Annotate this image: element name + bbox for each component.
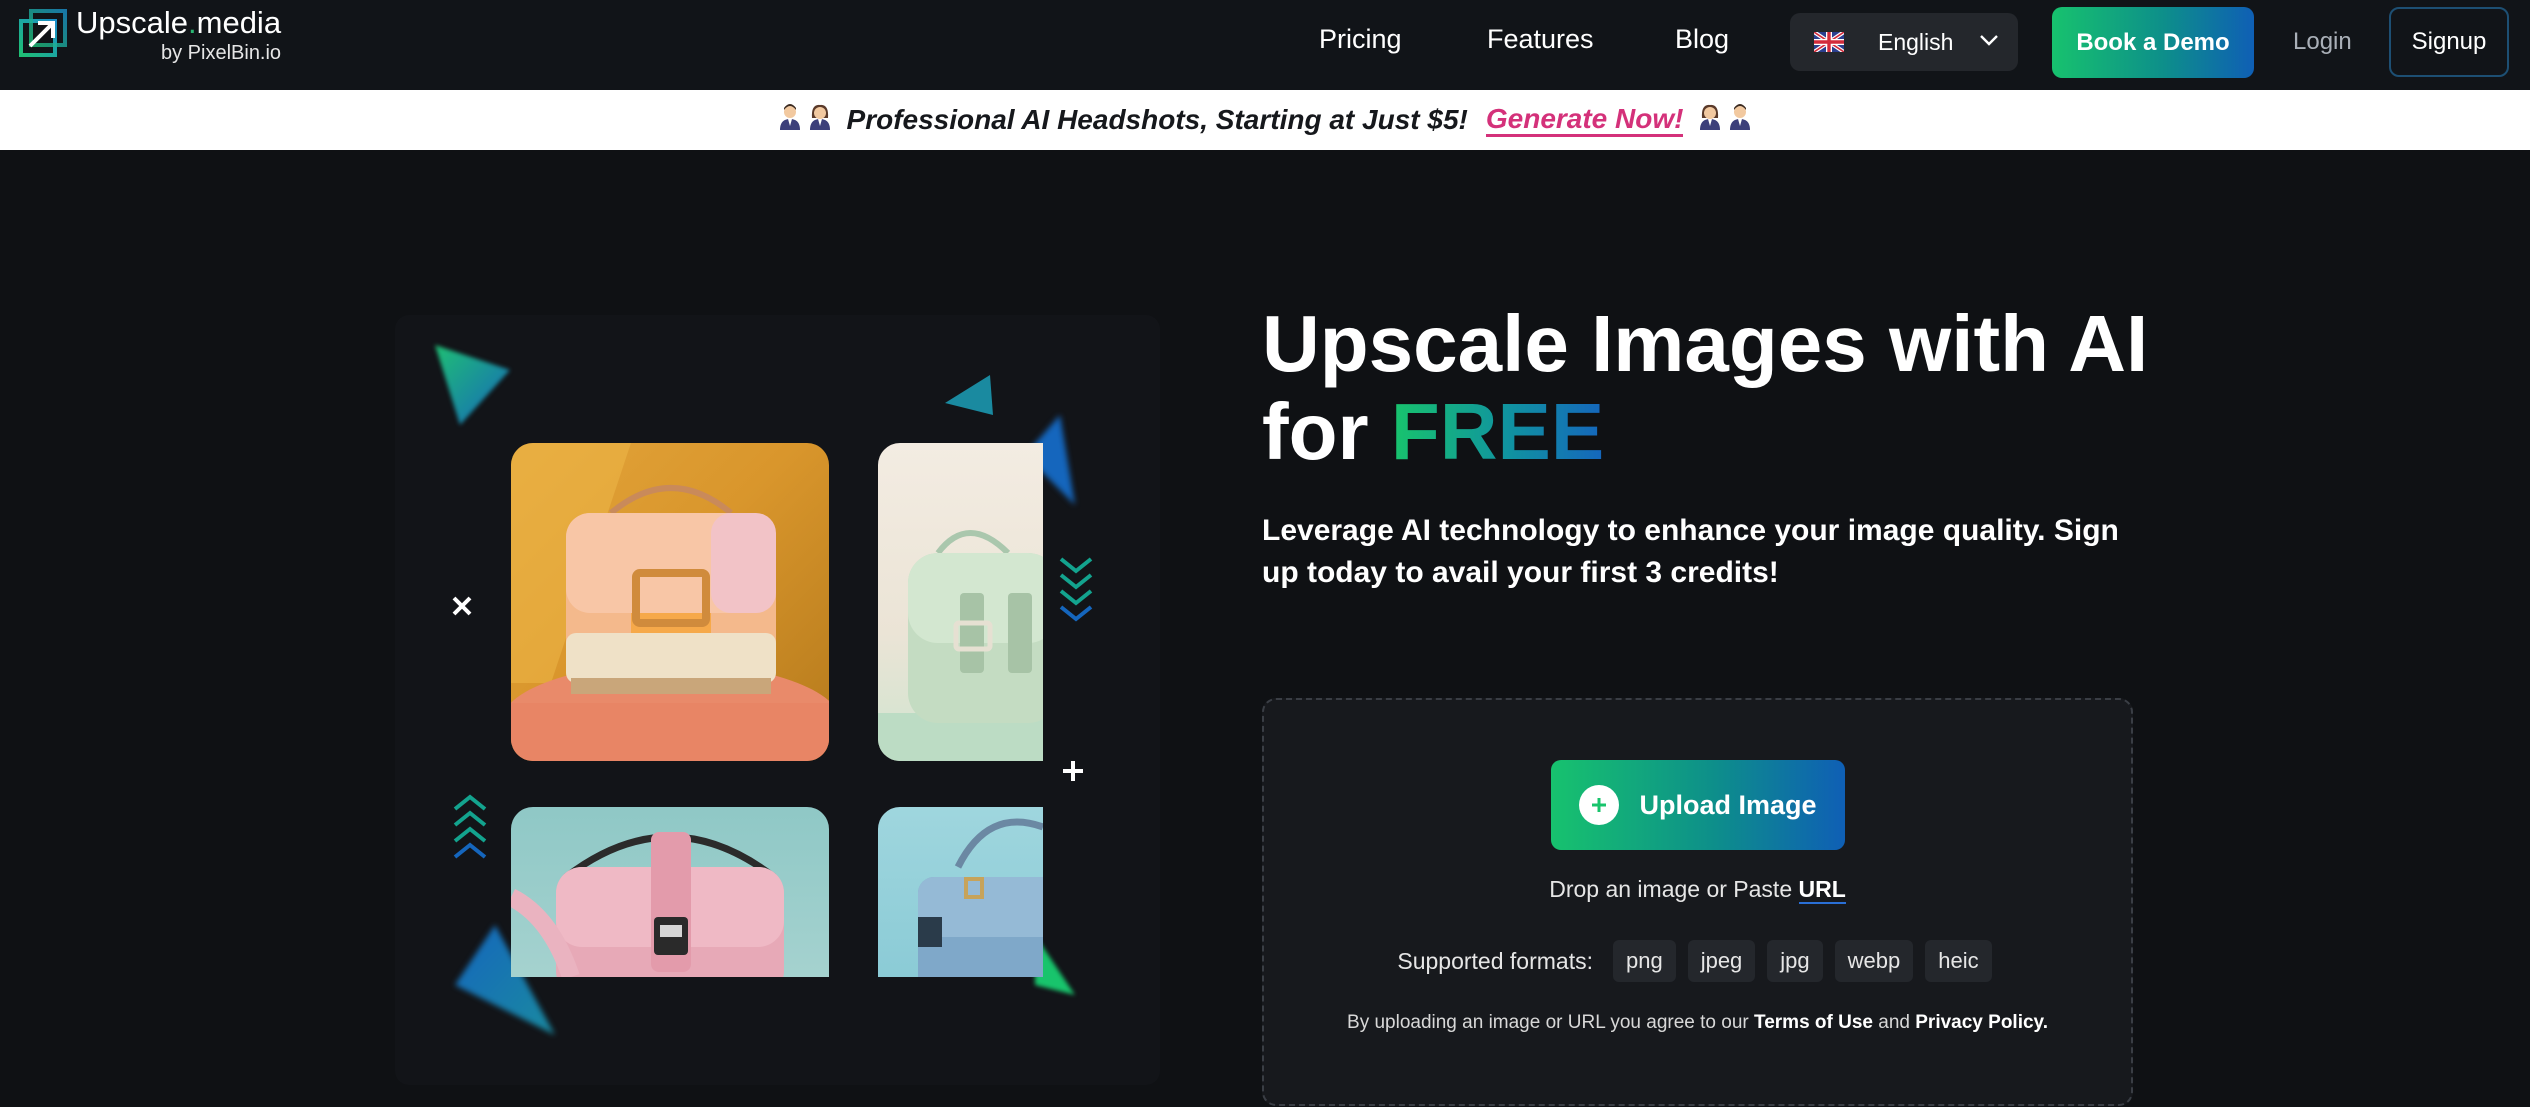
person-icon xyxy=(779,103,801,137)
privacy-policy-link[interactable]: Privacy Policy. xyxy=(1915,1012,2048,1033)
banner-text: Professional AI Headshots, Starting at J… xyxy=(846,104,1468,135)
format-chip: webp xyxy=(1834,940,1914,982)
person-icon xyxy=(809,104,831,137)
format-chip: jpeg xyxy=(1687,940,1756,982)
format-chip: heic xyxy=(1925,940,1992,982)
formats-label: Supported formats: xyxy=(1397,947,1593,974)
sample-image-mint-bag xyxy=(878,443,1043,761)
close-icon xyxy=(451,595,473,622)
generate-now-link[interactable]: Generate Now! xyxy=(1485,103,1684,137)
terms-notice: By uploading an image or URL you agree t… xyxy=(1347,1012,2048,1033)
sample-image-orange-bag xyxy=(511,443,829,761)
brand-subtitle: by PixelBin.io xyxy=(161,42,282,64)
triangle-decoration xyxy=(945,375,995,415)
hero-subtitle: Leverage AI technology to enhance your i… xyxy=(1262,514,2119,589)
brand-name: Upscale.media xyxy=(76,5,282,40)
triangle-decoration xyxy=(435,345,515,425)
terms-of-use-link[interactable]: Terms of Use xyxy=(1754,1012,1873,1033)
nav-blog[interactable]: Blog xyxy=(1675,24,1729,55)
brand-logo[interactable]: Upscale.media by PixelBin.io xyxy=(18,6,281,65)
sample-image-blue-bag xyxy=(878,807,1043,977)
person-icon xyxy=(1699,104,1721,137)
person-icon xyxy=(1729,103,1751,137)
hero-title: Upscale Images with AI for FREE xyxy=(1262,299,2149,476)
hero-title-free: FREE xyxy=(1390,387,1605,476)
top-nav: Upscale.media by PixelBin.io Pricing Fea… xyxy=(0,0,2530,90)
signup-button[interactable]: Signup xyxy=(2389,7,2509,77)
chevron-down-icon xyxy=(1979,33,1999,51)
nav-pricing[interactable]: Pricing xyxy=(1319,24,1402,55)
supported-formats: Supported formats: png jpeg jpg webp hei… xyxy=(1264,940,2131,982)
language-selector[interactable]: English xyxy=(1790,13,2018,71)
login-link[interactable]: Login xyxy=(2293,28,2352,56)
format-chip: png xyxy=(1612,940,1676,982)
book-demo-button[interactable]: Book a Demo xyxy=(2052,7,2254,78)
hero-illustration xyxy=(395,315,1160,1085)
chevrons-down-icon xyxy=(1058,555,1094,632)
paste-url-link[interactable]: URL xyxy=(1798,876,1846,904)
language-label: English xyxy=(1878,28,1954,55)
sample-image-pink-bag xyxy=(511,807,829,977)
drop-hint: Drop an image or Paste URL xyxy=(1549,876,1846,904)
plus-icon xyxy=(1579,785,1620,825)
upload-image-button[interactable]: Upload Image xyxy=(1551,760,1845,850)
flag-uk-icon xyxy=(1812,30,1846,54)
format-chip: jpg xyxy=(1767,940,1823,982)
nav-features[interactable]: Features xyxy=(1487,24,1594,55)
promo-banner: Professional AI Headshots, Starting at J… xyxy=(0,90,2530,150)
upload-image-label: Upload Image xyxy=(1639,789,1817,820)
chevrons-up-icon xyxy=(452,793,488,870)
plus-icon xyxy=(1061,759,1085,788)
logo-icon xyxy=(18,8,68,58)
upload-dropzone[interactable]: Upload Image Drop an image or Paste URL … xyxy=(1262,698,2133,1106)
